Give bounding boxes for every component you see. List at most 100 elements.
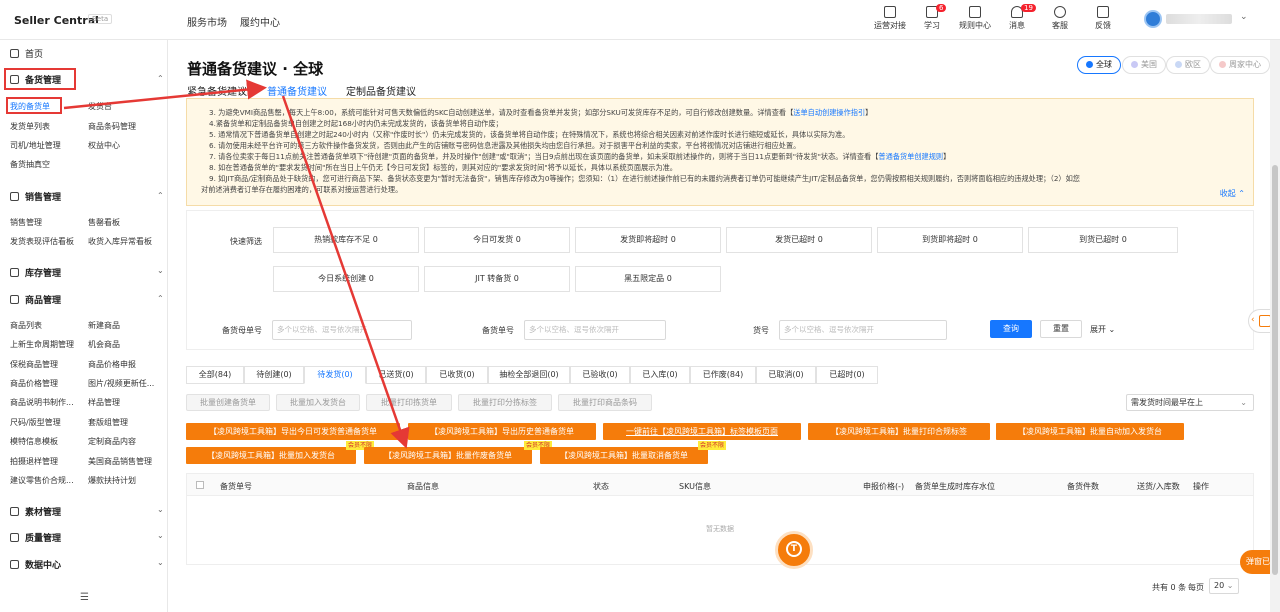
tool-export-history-button[interactable]: 【凌风跨境工具箱】导出历史普通备货单	[408, 423, 596, 440]
quick-filter-ship-timeout[interactable]: 发货已超时 0	[726, 227, 872, 253]
tab-inspection-returned[interactable]: 抽检全部退回(0)	[488, 366, 570, 384]
sidebar-item-sample-return[interactable]: 拍摄退样管理	[10, 456, 58, 467]
collapse-menu-icon[interactable]: ☰	[80, 592, 89, 603]
region-eu[interactable]: 欧区	[1166, 56, 1210, 74]
sidebar-item-bonded[interactable]: 保税商品管理	[10, 359, 58, 370]
user-name-blurred[interactable]	[1166, 14, 1232, 24]
sidebar-item-receipt-anomaly-board[interactable]: 收货入库异常看板	[88, 236, 152, 247]
tab-voided[interactable]: 已作废(84)	[690, 366, 756, 384]
tab-to-create[interactable]: 待创建(0)	[244, 366, 304, 384]
brand-logo[interactable]: Seller Central	[14, 14, 99, 27]
sidebar-item-barcode-mgmt[interactable]: 商品条码管理	[88, 121, 136, 132]
tool-void-orders-button[interactable]: 【凌风跨境工具箱】批量作废备货单	[364, 447, 532, 464]
batch-print-picklist-button[interactable]: 批量打印拣货单	[366, 394, 452, 411]
chevron-up-icon[interactable]: ⌃	[157, 191, 164, 200]
page-size-select[interactable]: 20 ⌄	[1209, 578, 1239, 594]
sidebar-item-driver-address[interactable]: 司机/地址管理	[10, 140, 61, 151]
tab-custom-suggestion[interactable]: 定制品备货建议	[346, 83, 416, 98]
tab-accepted[interactable]: 已验收(0)	[570, 366, 630, 384]
chevron-down-icon[interactable]: ⌄	[157, 266, 164, 275]
tool-label-template-link[interactable]: 一键前往【凌风跨境工具箱】标签模板页面	[603, 423, 801, 440]
sidebar-item-opportunity[interactable]: 机会商品	[88, 339, 120, 350]
tool-messages[interactable]: 19 消息	[997, 4, 1037, 31]
sidebar-item-custom-content[interactable]: 定制商品内容	[88, 436, 136, 447]
expand-filters-button[interactable]: 展开 ⌄	[1090, 324, 1115, 335]
quick-filter-system-created[interactable]: 今日系统创建 0	[273, 266, 419, 292]
batch-print-sort-label-button[interactable]: 批量打印分拣标签	[458, 394, 552, 411]
sidebar-item-goods-list[interactable]: 商品列表	[10, 320, 42, 331]
sidebar-item-manual[interactable]: 商品说明书制作...	[10, 397, 74, 408]
query-button[interactable]: 查询	[990, 320, 1032, 338]
sidebar-group-goods[interactable]: 商品管理	[10, 293, 61, 306]
sidebar-item-vacuum[interactable]: 备货抽真空	[10, 159, 50, 170]
nav-service-market[interactable]: 服务市场	[187, 14, 227, 29]
tab-timeout[interactable]: 已超时(0)	[816, 366, 878, 384]
quick-filter-hot-low-stock[interactable]: 热销款库存不足 0	[273, 227, 419, 253]
tab-all[interactable]: 全部(84)	[186, 366, 244, 384]
tool-add-desk-button[interactable]: 【凌风跨境工具箱】批量加入发货台	[186, 447, 356, 464]
quick-filter-black-friday[interactable]: 黑五限定品 0	[575, 266, 721, 292]
sidebar-group-data[interactable]: 数据中心	[10, 558, 61, 571]
quick-filter-arrive-timeout[interactable]: 到货已超时 0	[1028, 227, 1178, 253]
tool-customer-service[interactable]: 客服	[1040, 6, 1080, 31]
tab-to-ship[interactable]: 待发货(0)	[304, 366, 366, 384]
sort-select[interactable]: 需发货时间最早在上 ⌄	[1126, 394, 1254, 411]
order-no-input[interactable]: 多个以空格、逗号依次隔开	[524, 320, 666, 340]
parent-order-no-input[interactable]: 多个以空格、逗号依次隔开	[272, 320, 412, 340]
avatar[interactable]	[1144, 10, 1162, 28]
select-all-checkbox[interactable]	[196, 481, 204, 489]
sidebar-group-material[interactable]: 素材管理	[10, 505, 61, 518]
tab-stored[interactable]: 已入库(0)	[630, 366, 690, 384]
sidebar-group-quality[interactable]: 质量管理	[10, 531, 61, 544]
chevron-down-icon[interactable]: ⌄	[1240, 12, 1248, 22]
tab-shipped[interactable]: 已送货(0)	[366, 366, 426, 384]
chevron-up-icon[interactable]: ⌃	[157, 74, 164, 83]
quick-filter-jit-to-stock[interactable]: JIT 转备货 0	[424, 266, 570, 292]
quick-filter-arrive-near-timeout[interactable]: 到货即将超时 0	[877, 227, 1023, 253]
link-auto-create-guide[interactable]: 送单自动创建操作指引	[793, 108, 865, 117]
sidebar-item-new-goods[interactable]: 新建商品	[88, 320, 120, 331]
chevron-down-icon[interactable]: ⌄	[157, 558, 164, 567]
region-center[interactable]: 周家中心	[1210, 56, 1270, 74]
tool-rules-center[interactable]: 规则中心	[955, 6, 995, 31]
tab-urgent-suggestion[interactable]: 紧急备货建议	[187, 83, 247, 98]
reset-button[interactable]: 重置	[1040, 320, 1082, 338]
batch-add-desk-button[interactable]: 批量加入发货台	[276, 394, 360, 411]
collapse-notice-button[interactable]: 收起 ⌃	[1220, 188, 1245, 199]
sidebar-item-msrp[interactable]: 建议零售价合规...	[10, 475, 74, 486]
sidebar-item-my-stock-orders[interactable]: 我的备货单	[10, 101, 50, 112]
sidebar-item-lifecycle[interactable]: 上新生命周期管理	[10, 339, 74, 350]
chevron-down-icon[interactable]: ⌄	[157, 505, 164, 514]
chevron-up-icon[interactable]: ⌃	[157, 294, 164, 303]
region-global[interactable]: 全球	[1077, 56, 1121, 74]
chevron-down-icon[interactable]: ⌄	[157, 531, 164, 540]
sidebar-item-shipping-desk[interactable]: 发货台	[88, 101, 112, 112]
sidebar-item-template-group[interactable]: 套版组管理	[88, 417, 128, 428]
sidebar-item-media-update[interactable]: 图片/视频更新任...	[88, 378, 154, 389]
tool-export-today-button[interactable]: 【凌风跨境工具箱】导出今日可发货普通备货单	[186, 423, 400, 440]
nav-fulfillment-center[interactable]: 履约中心	[240, 14, 280, 29]
sidebar-item-ship-perf-board[interactable]: 发货表现评估看板	[10, 236, 74, 247]
link-normal-rules[interactable]: 普通备货单创建规则	[878, 152, 943, 161]
sidebar-item-benefits[interactable]: 权益中心	[88, 140, 120, 151]
tab-received[interactable]: 已收货(0)	[426, 366, 488, 384]
sidebar-item-price-declare[interactable]: 商品价格申报	[88, 359, 136, 370]
sidebar-item-size[interactable]: 尺码/版型管理	[10, 417, 61, 428]
tool-learning[interactable]: 6 学习	[912, 4, 952, 31]
sidebar-item-model-template[interactable]: 模特信息模板	[10, 436, 58, 447]
region-us[interactable]: 美国	[1122, 56, 1166, 74]
tool-print-compliance-button[interactable]: 【凌风跨境工具箱】批量打印合规标签	[808, 423, 990, 440]
sidebar-group-inventory[interactable]: 库存管理	[10, 266, 61, 279]
scrollbar-thumb[interactable]	[1272, 165, 1278, 575]
sku-no-input[interactable]: 多个以空格、逗号依次隔开	[779, 320, 947, 340]
tool-feedback[interactable]: 反馈	[1083, 6, 1123, 31]
quick-filter-ship-today[interactable]: 今日可发货 0	[424, 227, 570, 253]
sidebar-item-soldout-board[interactable]: 售罄看板	[88, 217, 120, 228]
sidebar-item-home[interactable]: 首页	[10, 47, 43, 60]
toolbox-float-button[interactable]: T	[775, 531, 813, 569]
sidebar-item-samples[interactable]: 样品管理	[88, 397, 120, 408]
batch-create-button[interactable]: 批量创建备货单	[186, 394, 270, 411]
quick-filter-ship-near-timeout[interactable]: 发货即将超时 0	[575, 227, 721, 253]
tool-ops-contact[interactable]: 运营对接	[870, 6, 910, 31]
sidebar-item-us-sales[interactable]: 美国商品销售管理	[88, 456, 152, 467]
